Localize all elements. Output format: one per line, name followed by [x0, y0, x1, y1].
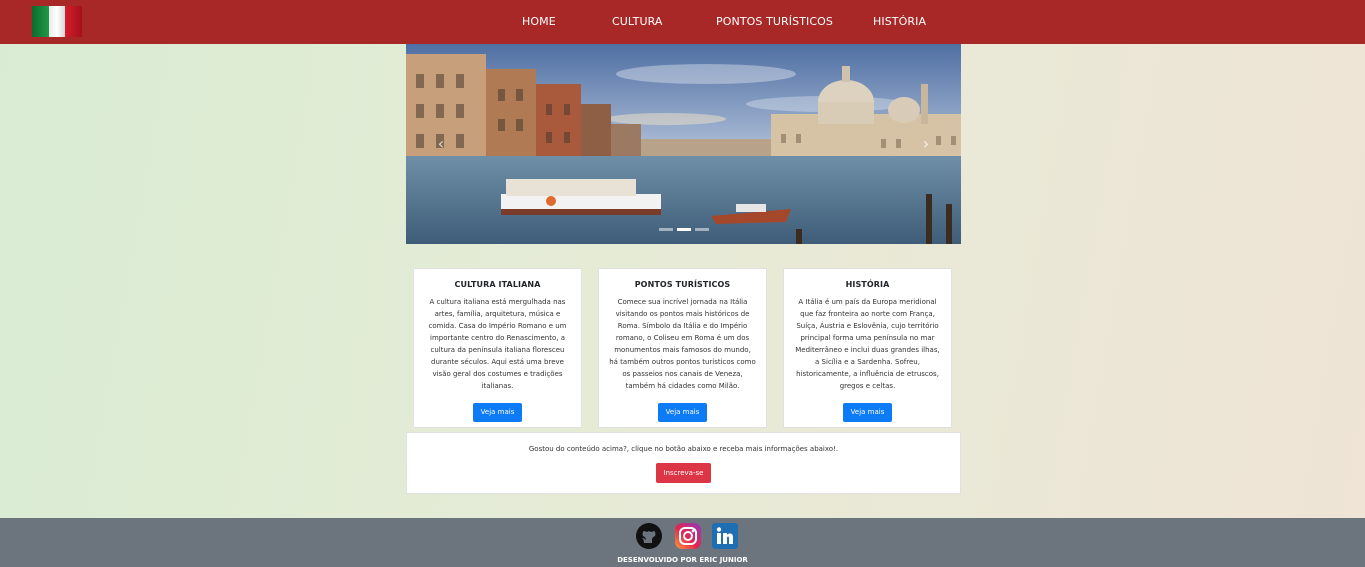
card-historia: HISTÓRIA A Itália é um país da Europa me…: [783, 268, 952, 428]
footer-credit: DESENVOLVIDO POR ERIC JUNIOR: [617, 556, 748, 564]
card-pontos-turisticos: PONTOS TURÍSTICOS Comece sua incrível jo…: [598, 268, 767, 428]
footer: DESENVOLVIDO POR ERIC JUNIOR: [0, 518, 1365, 567]
navbar: HOME CULTURA PONTOS TURÍSTICOS HISTÓRIA: [0, 0, 1365, 44]
veja-mais-button[interactable]: Veja mais: [657, 403, 708, 422]
veja-mais-button[interactable]: Veja mais: [842, 403, 893, 422]
carousel-indicator[interactable]: [694, 228, 709, 231]
carousel-image-venice: [406, 44, 961, 244]
card-text: Comece sua incrível jornada na Itália vi…: [609, 298, 756, 390]
inscreva-se-button[interactable]: Inscreva-se: [656, 463, 711, 483]
nav-link-cultura[interactable]: CULTURA: [612, 0, 663, 44]
carousel-indicator[interactable]: [676, 228, 691, 231]
card-text: A cultura italiana está mergulhada nas a…: [428, 298, 567, 390]
linkedin-icon[interactable]: [711, 522, 739, 550]
github-icon[interactable]: [635, 522, 663, 550]
carousel-next-control[interactable]: ›: [916, 134, 936, 154]
nav-link-pontos-turisticos[interactable]: PONTOS TURÍSTICOS: [716, 0, 833, 44]
card-title: HISTÓRIA: [845, 280, 890, 289]
veja-mais-button[interactable]: Veja mais: [472, 403, 523, 422]
instagram-icon[interactable]: [674, 522, 702, 550]
nav-link-home[interactable]: HOME: [522, 0, 556, 44]
carousel-indicators: [406, 228, 961, 231]
carousel-indicator[interactable]: [658, 228, 673, 231]
card-text: A Itália é um país da Europa meridional …: [795, 298, 940, 390]
card-title: PONTOS TURÍSTICOS: [634, 280, 731, 289]
nav-link-historia[interactable]: HISTÓRIA: [873, 0, 926, 44]
subscribe-panel: Gostou do conteúdo acima?, clique no bot…: [406, 432, 961, 494]
carousel-prev-control[interactable]: ‹: [431, 134, 451, 154]
italy-flag-logo[interactable]: [32, 6, 82, 37]
subscribe-text: Gostou do conteúdo acima?, clique no bot…: [528, 445, 839, 453]
card-title: CULTURA ITALIANA: [454, 280, 541, 289]
card-cultura-italiana: CULTURA ITALIANA A cultura italiana está…: [413, 268, 582, 428]
image-carousel[interactable]: ‹ ›: [406, 44, 961, 244]
